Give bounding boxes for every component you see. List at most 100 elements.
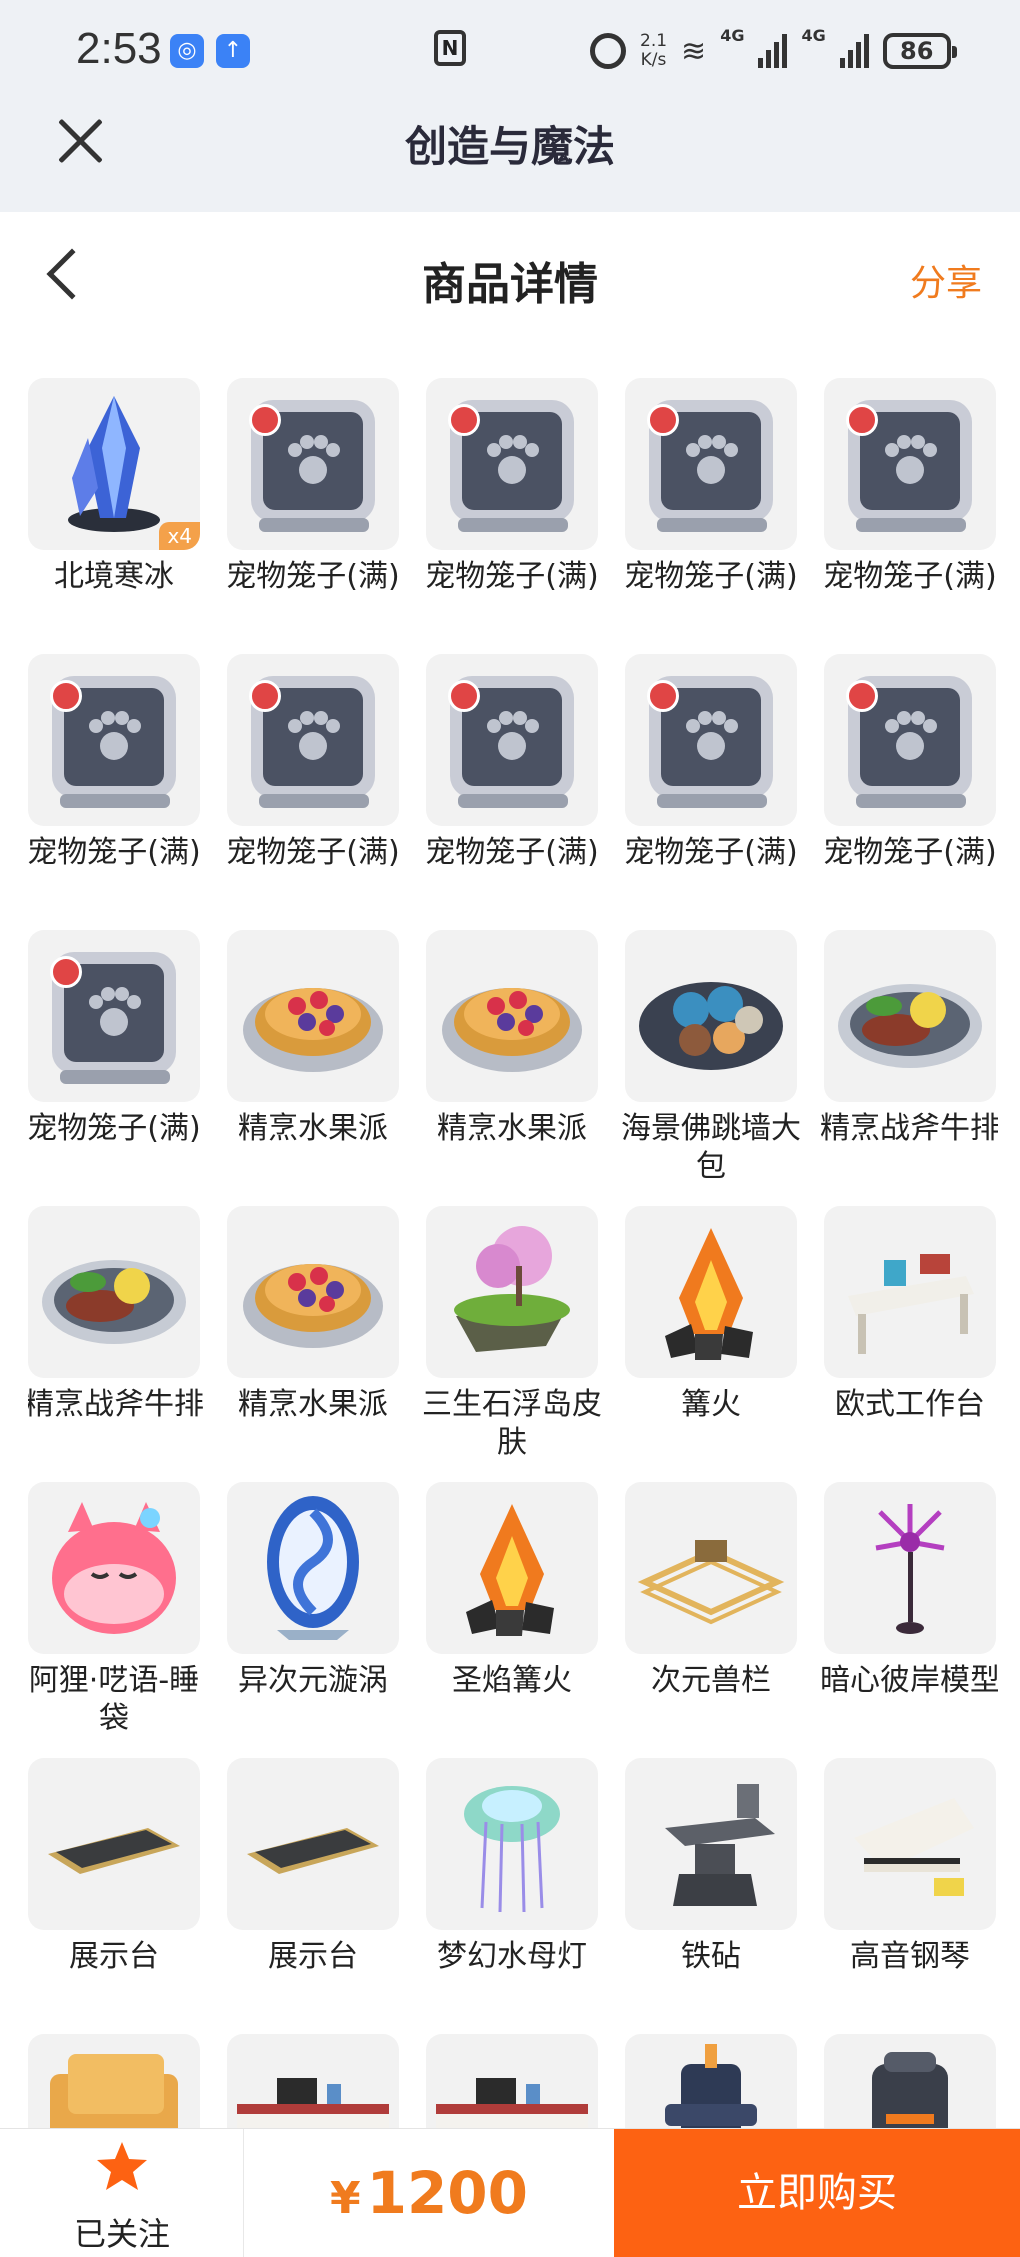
product-item[interactable]	[824, 2034, 996, 2128]
paw-badge-icon	[846, 404, 878, 436]
item-name: 篝火	[681, 1387, 741, 1422]
star-icon	[97, 2142, 147, 2190]
nfc-icon: N	[434, 30, 466, 66]
battery-icon: 86	[882, 33, 957, 69]
product-item[interactable]: 精烹水果派	[227, 930, 399, 1148]
product-item[interactable]	[28, 2034, 200, 2128]
network-label-1: 4G	[720, 26, 745, 45]
product-item[interactable]: 篝火	[625, 1206, 797, 1424]
product-item[interactable]: 精烹战斧牛排	[820, 930, 998, 1148]
price: ¥1200	[244, 2129, 614, 2257]
status-icons: 2.1 K/s ≋ 4G 4G 86	[590, 26, 957, 76]
paw-badge-icon	[249, 404, 281, 436]
product-item[interactable]: 异次元漩涡	[227, 1482, 399, 1700]
item-thumbnail	[227, 930, 399, 1102]
item-thumbnail	[625, 2034, 797, 2128]
network-label-2: 4G	[801, 26, 826, 45]
item-thumbnail: x4	[28, 378, 200, 550]
status-time: 2:53	[76, 24, 162, 73]
item-thumbnail	[227, 654, 399, 826]
item-name: 梦幻水母灯	[437, 1939, 587, 1974]
item-thumbnail	[426, 378, 598, 550]
product-item[interactable]: 圣焰篝火	[426, 1482, 598, 1700]
item-thumbnail	[625, 378, 797, 550]
product-item[interactable]: 宠物笼子(满)	[226, 378, 400, 596]
product-item[interactable]: 欧式工作台	[824, 1206, 996, 1424]
item-name: 三生石浮岛皮肤	[422, 1387, 602, 1460]
item-name: 异次元漩涡	[238, 1663, 388, 1698]
item-thumbnail	[824, 1482, 996, 1654]
product-item[interactable]: 宠物笼子(满)	[226, 654, 400, 872]
product-item[interactable]: 宠物笼子(满)	[823, 378, 997, 596]
product-item[interactable]: 宠物笼子(满)	[624, 654, 798, 872]
paw-badge-icon	[448, 680, 480, 712]
wifi-icon: ≋	[681, 33, 707, 69]
item-name: 宠物笼子(满)	[226, 559, 400, 594]
buy-now-button[interactable]: 立即购买	[614, 2129, 1020, 2257]
item-thumbnail	[625, 1482, 797, 1654]
product-item[interactable]: 宠物笼子(满)	[28, 930, 201, 1148]
item-thumbnail	[227, 2034, 399, 2128]
item-thumbnail	[824, 1206, 996, 1378]
item-name: 展示台	[69, 1939, 159, 1974]
item-name: 高音钢琴	[850, 1939, 970, 1974]
product-item[interactable]: 精烹水果派	[227, 1206, 399, 1424]
item-thumbnail	[824, 654, 996, 826]
price-amount: 1200	[366, 2159, 529, 2227]
product-item[interactable]: 宠物笼子(满)	[425, 654, 599, 872]
product-item[interactable]: 宠物笼子(满)	[624, 378, 798, 596]
item-name: 精烹水果派	[238, 1111, 388, 1146]
item-name: 宠物笼子(满)	[624, 835, 798, 870]
product-item[interactable]: 精烹水果派	[426, 930, 598, 1148]
item-name: 精烹战斧牛排	[820, 1111, 998, 1146]
item-name: 精烹水果派	[238, 1387, 388, 1422]
product-item[interactable]: 次元兽栏	[625, 1482, 797, 1700]
paw-badge-icon	[50, 680, 82, 712]
upload-icon: ↑	[216, 34, 250, 68]
product-item[interactable]	[227, 2034, 399, 2128]
product-item[interactable]: 阿狸·呓语-睡袋	[28, 1482, 200, 1738]
item-name: 精烹战斧牛排	[28, 1387, 204, 1422]
currency-symbol: ¥	[329, 2173, 361, 2224]
product-item[interactable]: 展示台	[227, 1758, 399, 1976]
item-thumbnail	[28, 1482, 200, 1654]
share-button[interactable]: 分享	[910, 254, 982, 306]
item-name: 宠物笼子(满)	[425, 559, 599, 594]
product-item[interactable]: 宠物笼子(满)	[425, 378, 599, 596]
product-item[interactable]: 宠物笼子(满)	[823, 654, 997, 872]
product-item[interactable]	[625, 2034, 797, 2128]
item-thumbnail	[28, 2034, 200, 2128]
item-name: 精烹水果派	[437, 1111, 587, 1146]
item-thumbnail	[824, 1758, 996, 1930]
paw-badge-icon	[249, 680, 281, 712]
item-name: 宠物笼子(满)	[823, 559, 997, 594]
item-name: 欧式工作台	[835, 1387, 985, 1422]
product-item[interactable]: 展示台	[28, 1758, 200, 1976]
item-thumbnail	[28, 1758, 200, 1930]
product-item[interactable]: x4 北境寒冰	[28, 378, 200, 596]
product-item[interactable]: 铁砧	[625, 1758, 797, 1976]
product-item[interactable]: 精烹战斧牛排	[28, 1206, 204, 1424]
item-thumbnail	[625, 930, 797, 1102]
item-name: 海景佛跳墙大包	[621, 1111, 801, 1184]
signal-icon	[839, 34, 869, 68]
product-item[interactable]	[426, 2034, 598, 2128]
item-thumbnail	[426, 654, 598, 826]
net-speed: 2.1 K/s	[640, 31, 668, 70]
item-grid: x4 北境寒冰 宠物笼子(满) 宠物笼子(满) 宠物笼子(满) 宠物笼子(满) 宠物笼子(满…	[28, 378, 998, 2128]
product-item[interactable]: 三生石浮岛皮肤	[422, 1206, 602, 1462]
item-name: 铁砧	[681, 1939, 741, 1974]
product-item[interactable]: 梦幻水母灯	[426, 1758, 598, 1976]
page-nav: 商品详情 分享	[0, 212, 1020, 340]
item-name: 阿狸·呓语-睡袋	[28, 1663, 200, 1736]
item-name: 宠物笼子(满)	[624, 559, 798, 594]
product-item[interactable]: 宠物笼子(满)	[28, 654, 201, 872]
product-item[interactable]: 海景佛跳墙大包	[621, 930, 801, 1186]
app-header: 2:53 ◎ ↑ N 2.1 K/s ≋ 4G 4G 86 创造与魔法	[0, 0, 1020, 212]
product-item[interactable]: 暗心彼岸模型	[820, 1482, 998, 1700]
paw-badge-icon	[647, 404, 679, 436]
product-item[interactable]: 高音钢琴	[824, 1758, 996, 1976]
item-name: 北境寒冰	[54, 559, 174, 594]
item-thumbnail	[227, 1206, 399, 1378]
follow-button[interactable]: 已关注	[0, 2129, 244, 2257]
